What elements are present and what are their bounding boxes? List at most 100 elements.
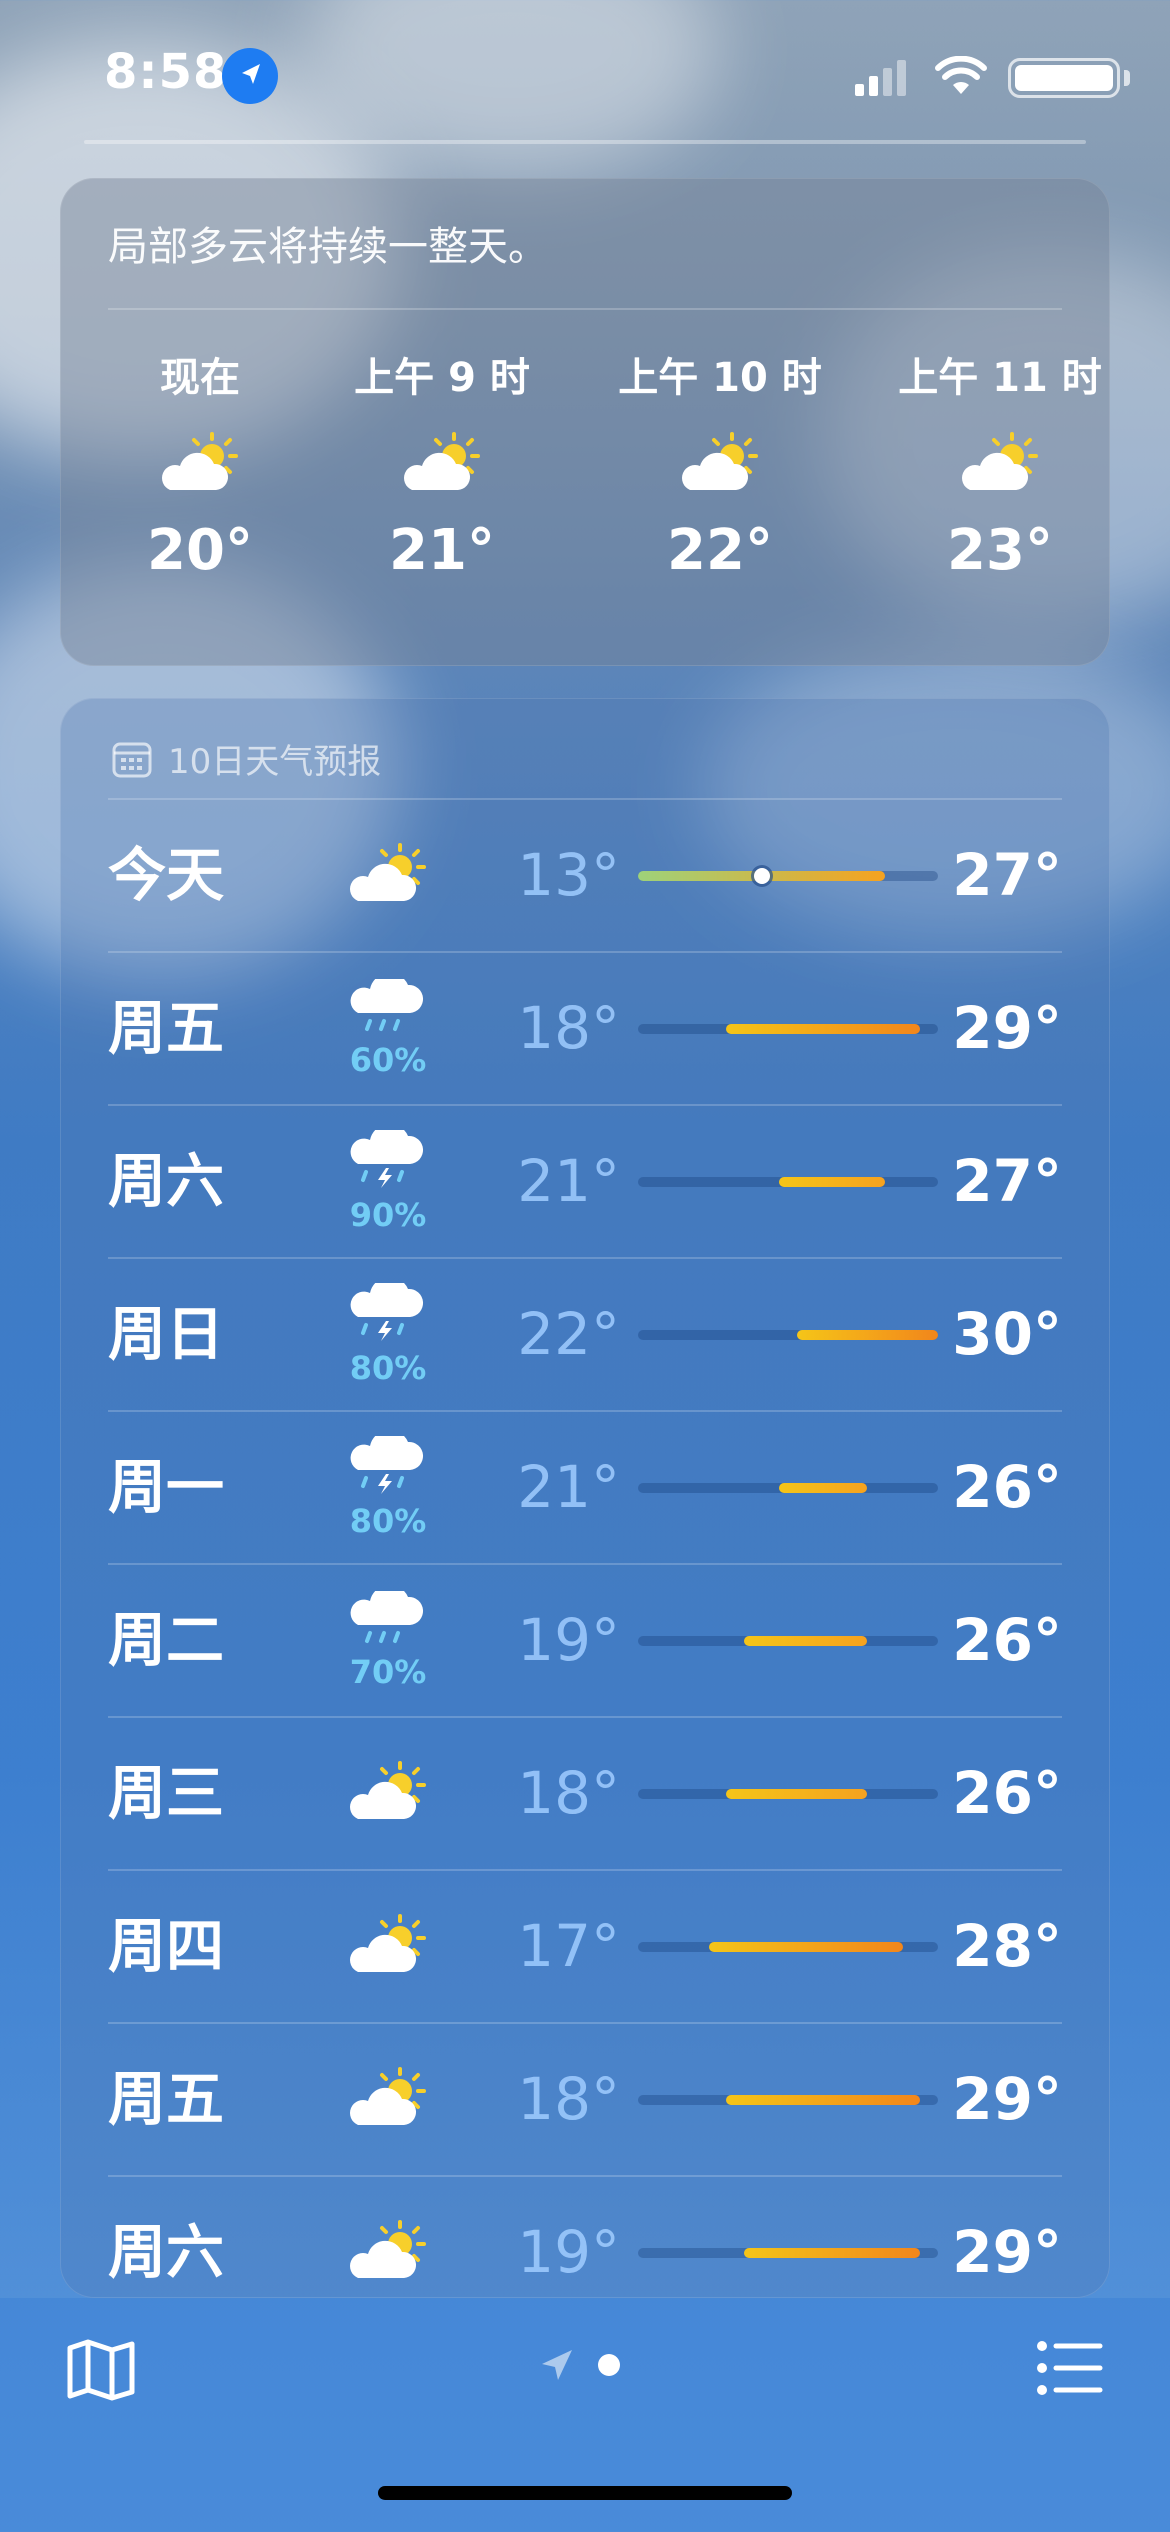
temp-range-bar — [638, 1024, 938, 1034]
temp-range-bar — [638, 2095, 938, 2105]
forecast-list[interactable]: 今天 13° 27° 周五 60% 18° 29° 周六 90% 21° 27° 周日 80% 22° 30… — [108, 798, 1062, 2328]
hourly-list[interactable]: 现在 20° 上午 9 时 21° 上午 10 时 22° 上午 11 时 23… — [60, 348, 1110, 648]
forecast-row[interactable]: 周四 17° 28° — [108, 1869, 1062, 2022]
high-temp: 30° — [952, 1300, 1062, 1368]
precipitation-chance: 80% — [349, 1348, 427, 1387]
ten-day-forecast-card[interactable]: 10日天气预报 今天 13° 27° 周五 60% 18° 29° 周六 90% 21° 27° 周日… — [60, 698, 1110, 2298]
forecast-day: 周五 — [108, 994, 225, 1062]
thunderstorm-icon — [348, 1429, 428, 1500]
battery-icon — [1008, 58, 1120, 98]
temp-range-fill — [708, 1942, 903, 1952]
hour-label: 现在 — [160, 355, 240, 401]
home-indicator[interactable] — [378, 2486, 792, 2500]
forecast-day: 周一 — [108, 1453, 225, 1521]
hour-item: 上午 9 时 21° — [322, 348, 562, 583]
partly-sunny-icon — [340, 839, 436, 913]
temp-range-fill — [779, 1177, 886, 1187]
low-temp: 17° — [517, 1912, 620, 1980]
forecast-weather — [328, 1871, 448, 2022]
forecast-day: 今天 — [108, 841, 225, 909]
forecast-day: 周五 — [108, 2065, 225, 2133]
partly-sunny-icon — [340, 2063, 436, 2137]
precipitation-chance: 80% — [349, 1501, 427, 1540]
temp-range-fill — [796, 1330, 938, 1340]
high-temp: 27° — [952, 1147, 1062, 1215]
temp-range-bar — [638, 1483, 938, 1493]
forecast-weather — [328, 1718, 448, 1869]
partly-sunny-icon — [340, 1757, 436, 1831]
forecast-day: 周二 — [108, 1606, 225, 1674]
partly-sunny-icon — [322, 408, 562, 518]
temp-range-fill — [726, 2095, 921, 2105]
page-dot[interactable] — [598, 2354, 620, 2376]
hour-label: 上午 11 时 — [898, 355, 1102, 401]
hourly-forecast-card[interactable]: 局部多云将持续一整天。 现在 20° 上午 9 时 21° 上午 10 时 22… — [60, 178, 1110, 666]
partly-sunny-icon — [580, 408, 860, 518]
temp-range-bar — [638, 2248, 938, 2258]
divider — [108, 308, 1062, 310]
forecast-row[interactable]: 周五 18° 29° — [108, 2022, 1062, 2175]
temp-range-fill — [779, 1483, 868, 1493]
temp-range-fill — [726, 1789, 868, 1799]
scroll-edge-line — [84, 140, 1086, 144]
partly-sunny-icon — [860, 408, 1140, 518]
high-temp: 26° — [952, 1759, 1062, 1827]
temp-range-bar — [638, 1789, 938, 1799]
forecast-row[interactable]: 周五 60% 18° 29° — [108, 951, 1062, 1104]
hour-label: 上午 10 时 — [618, 355, 822, 401]
forecast-title: 10日天气预报 — [168, 742, 382, 782]
page-indicator[interactable] — [540, 2348, 620, 2382]
high-temp: 28° — [952, 1912, 1062, 1980]
high-temp: 27° — [952, 841, 1062, 909]
current-temp-marker — [753, 868, 770, 884]
low-temp: 13° — [517, 841, 620, 909]
partly-sunny-icon — [340, 2216, 436, 2290]
forecast-weather: 90% — [328, 1106, 448, 1257]
hour-temp: 22° — [667, 518, 773, 583]
list-icon[interactable] — [1036, 2340, 1104, 2396]
location-arrow-icon[interactable] — [540, 2348, 574, 2382]
hour-temp: 20° — [147, 518, 253, 583]
map-icon[interactable] — [66, 2338, 136, 2402]
calendar-icon — [112, 742, 152, 777]
precipitation-chance: 90% — [349, 1195, 427, 1234]
forecast-row[interactable]: 周一 80% 21° 26° — [108, 1410, 1062, 1563]
forecast-weather — [328, 2024, 448, 2175]
low-temp: 19° — [517, 1606, 620, 1674]
cellular-signal-icon — [855, 60, 906, 96]
low-temp: 18° — [517, 2065, 620, 2133]
hour-item: 现在 20° — [100, 348, 300, 583]
partly-sunny-icon — [100, 408, 300, 518]
temp-range-bar — [638, 868, 938, 884]
forecast-row[interactable]: 今天 13° 27° — [108, 798, 1062, 951]
high-temp: 26° — [952, 1606, 1062, 1674]
forecast-row[interactable]: 周二 70% 19° 26° — [108, 1563, 1062, 1716]
forecast-row[interactable]: 周日 80% 22° 30° — [108, 1257, 1062, 1410]
low-temp: 21° — [517, 1147, 620, 1215]
forecast-weather: 70% — [328, 1565, 448, 1716]
forecast-day: 周六 — [108, 1147, 225, 1215]
battery-tip — [1124, 70, 1130, 86]
high-temp: 29° — [952, 994, 1062, 1062]
forecast-row[interactable]: 周三 18° 26° — [108, 1716, 1062, 1869]
forecast-row[interactable]: 周六 90% 21° 27° — [108, 1104, 1062, 1257]
temp-range-fill — [743, 2248, 921, 2258]
forecast-day: 周日 — [108, 1300, 225, 1368]
high-temp: 29° — [952, 2065, 1062, 2133]
partly-sunny-icon — [340, 1910, 436, 1984]
low-temp: 18° — [517, 994, 620, 1062]
hour-item: 上午 11 时 23° — [860, 348, 1140, 583]
precipitation-chance: 60% — [349, 1040, 427, 1079]
hour-item: 上午 10 时 22° — [580, 348, 860, 583]
low-temp: 18° — [517, 1759, 620, 1827]
rain-cloud-icon — [348, 1584, 428, 1651]
forecast-header: 10日天气预报 — [112, 734, 381, 783]
temp-range-bar — [638, 1636, 938, 1646]
forecast-day: 周三 — [108, 1759, 225, 1827]
hour-label: 上午 9 时 — [354, 355, 530, 401]
hour-temp: 21° — [389, 518, 495, 583]
weather-summary: 局部多云将持续一整天。 — [108, 224, 548, 270]
forecast-day: 周四 — [108, 1912, 225, 1980]
forecast-weather: 60% — [328, 953, 448, 1104]
rain-cloud-icon — [348, 972, 428, 1039]
